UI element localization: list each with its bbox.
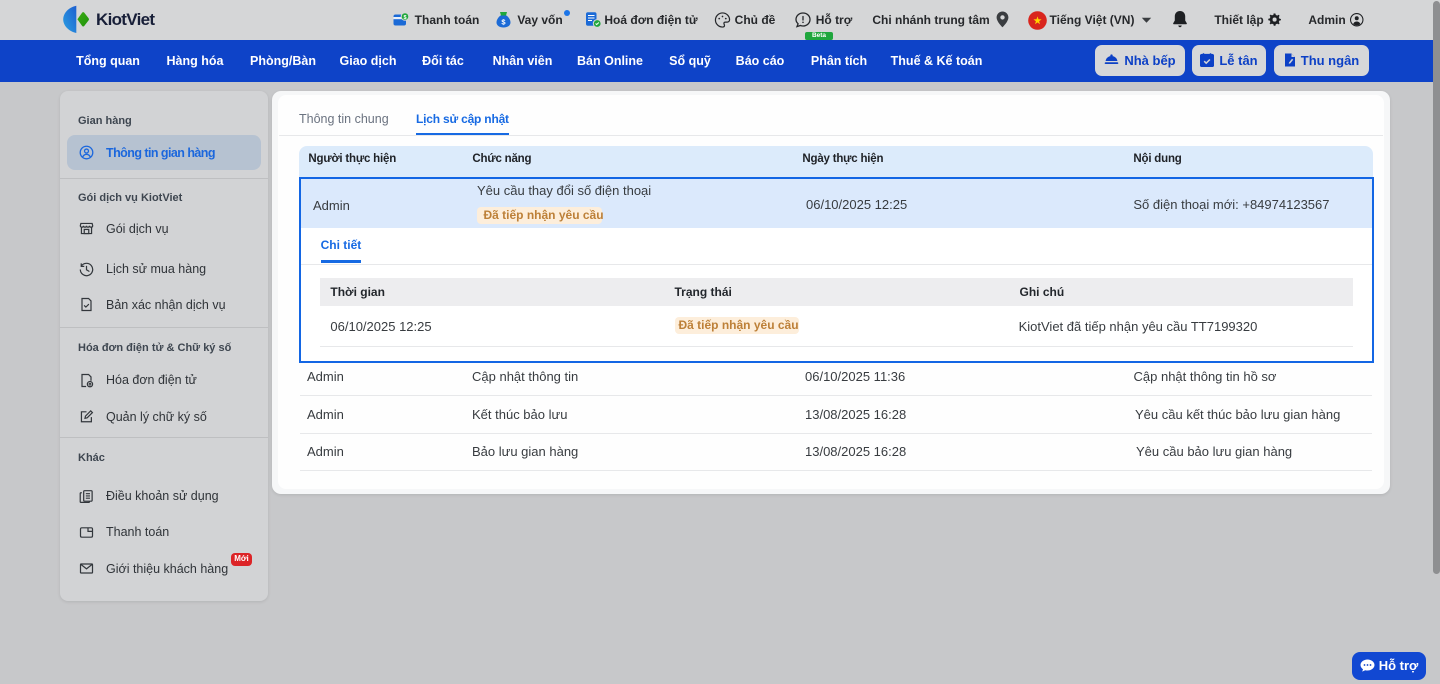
svg-text:$: $: [403, 15, 406, 21]
